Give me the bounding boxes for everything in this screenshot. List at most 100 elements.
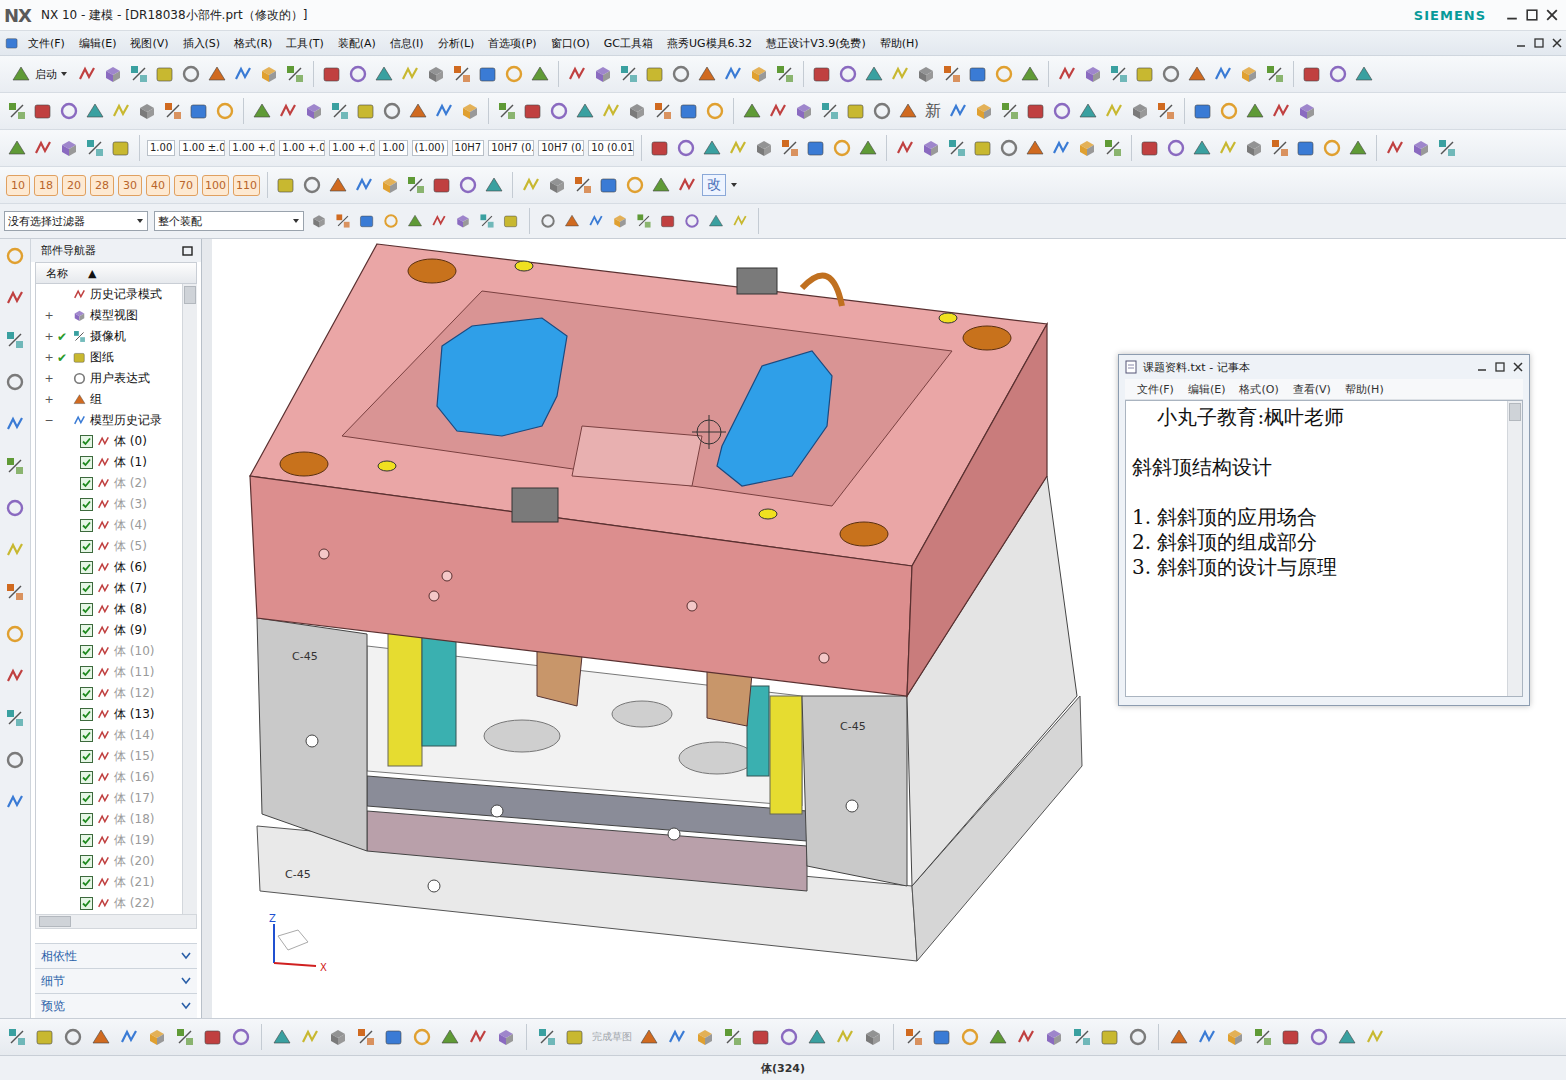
- menu-item[interactable]: 首选项(P): [482, 34, 542, 53]
- tool-icon[interactable]: [96, 434, 111, 449]
- tool-icon[interactable]: [32, 137, 54, 159]
- tool-icon[interactable]: [4, 35, 20, 51]
- tool-icon[interactable]: [110, 100, 132, 122]
- tool-icon[interactable]: [251, 100, 273, 122]
- tool-icon[interactable]: [467, 1026, 489, 1048]
- tool-icon[interactable]: [96, 812, 111, 827]
- tool-icon[interactable]: [72, 350, 87, 365]
- tool-icon[interactable]: [96, 497, 111, 512]
- menu-item[interactable]: 分析(L): [432, 34, 481, 53]
- tool-icon[interactable]: [72, 308, 87, 323]
- tool-icon[interactable]: [704, 100, 726, 122]
- menu-item[interactable]: 帮助(H): [1345, 382, 1384, 397]
- tool-icon[interactable]: [162, 100, 184, 122]
- menu-item[interactable]: 查看(V): [1293, 382, 1331, 397]
- dimension-button[interactable]: 10H7 (0.015): [538, 140, 584, 156]
- tool-icon[interactable]: [4, 245, 26, 267]
- dimension-button[interactable]: 1.00 +.05 -.00: [279, 140, 325, 156]
- tool-icon[interactable]: [652, 100, 674, 122]
- body-row[interactable]: 体 (11): [36, 662, 182, 683]
- tool-icon[interactable]: [967, 63, 989, 85]
- tool-icon[interactable]: [154, 63, 176, 85]
- tool-icon[interactable]: [96, 518, 111, 533]
- tool-icon[interactable]: [1168, 1026, 1190, 1048]
- close-icon[interactable]: [1552, 38, 1562, 48]
- tool-icon[interactable]: [202, 1026, 224, 1048]
- body-checkbox[interactable]: [80, 897, 93, 910]
- dimension-button[interactable]: 1.00 +.05 -.02: [229, 140, 275, 156]
- tool-icon[interactable]: [32, 100, 54, 122]
- body-checkbox[interactable]: [80, 477, 93, 490]
- tool-icon[interactable]: [600, 100, 622, 122]
- tool-icon[interactable]: [683, 212, 701, 230]
- tree-node[interactable]: 历史记录模式: [36, 284, 182, 305]
- tool-icon[interactable]: [753, 137, 775, 159]
- menu-item[interactable]: 文件(F): [1137, 382, 1174, 397]
- tool-icon[interactable]: [303, 100, 325, 122]
- tool-icon[interactable]: [334, 212, 352, 230]
- tool-icon[interactable]: [845, 100, 867, 122]
- tool-icon[interactable]: [548, 100, 570, 122]
- tool-icon[interactable]: [382, 212, 400, 230]
- tool-icon[interactable]: [834, 1026, 856, 1048]
- tool-icon[interactable]: [10, 63, 32, 85]
- body-row[interactable]: 体 (10): [36, 641, 182, 662]
- tool-icon[interactable]: [520, 174, 542, 196]
- body-row[interactable]: 体 (20): [36, 851, 182, 872]
- size-button[interactable]: 28: [90, 175, 114, 196]
- tool-icon[interactable]: [411, 1026, 433, 1048]
- tool-icon[interactable]: [136, 100, 158, 122]
- tool-icon[interactable]: [4, 791, 26, 813]
- tool-icon[interactable]: [96, 791, 111, 806]
- tool-icon[interactable]: [1336, 1026, 1358, 1048]
- tool-icon[interactable]: [1270, 100, 1292, 122]
- body-checkbox[interactable]: [80, 645, 93, 658]
- tool-icon[interactable]: [863, 63, 885, 85]
- tool-icon[interactable]: [779, 137, 801, 159]
- tool-icon[interactable]: [572, 174, 594, 196]
- h-scrollbar[interactable]: [35, 914, 197, 929]
- tool-icon[interactable]: [483, 174, 505, 196]
- body-checkbox[interactable]: [80, 729, 93, 742]
- size-button[interactable]: 40: [146, 175, 170, 196]
- dimension-button[interactable]: 1.00 ±.05: [179, 140, 225, 156]
- tool-icon[interactable]: [676, 174, 698, 196]
- tool-icon[interactable]: [206, 63, 228, 85]
- tool-icon[interactable]: [4, 455, 26, 477]
- body-checkbox[interactable]: [80, 834, 93, 847]
- menu-item[interactable]: 文件(F): [22, 34, 71, 53]
- splitter[interactable]: [202, 239, 212, 1018]
- scrollbar[interactable]: [182, 284, 197, 914]
- tree-node[interactable]: −模型历史记录: [36, 410, 182, 431]
- tool-icon[interactable]: [1308, 1026, 1330, 1048]
- tool-icon[interactable]: [301, 174, 323, 196]
- tool-icon[interactable]: [174, 1026, 196, 1048]
- tool-icon[interactable]: [96, 560, 111, 575]
- tool-icon[interactable]: [4, 371, 26, 393]
- column-header[interactable]: 名称▲: [35, 262, 197, 284]
- body-checkbox[interactable]: [80, 519, 93, 532]
- tool-icon[interactable]: [4, 287, 26, 309]
- tool-icon[interactable]: [96, 665, 111, 680]
- body-row[interactable]: 体 (5): [36, 536, 182, 557]
- finish-sketch-button[interactable]: 完成草图: [592, 1030, 632, 1044]
- scrollbar[interactable]: [1507, 401, 1522, 696]
- body-checkbox[interactable]: [80, 855, 93, 868]
- body-row[interactable]: 体 (22): [36, 893, 182, 914]
- tool-icon[interactable]: [96, 686, 111, 701]
- tool-icon[interactable]: [430, 212, 448, 230]
- body-row[interactable]: 体 (9): [36, 620, 182, 641]
- menu-item[interactable]: 慧正设计V3.9(免费): [760, 34, 872, 53]
- tool-icon[interactable]: [638, 1026, 660, 1048]
- menu-item[interactable]: 视图(V): [124, 34, 174, 53]
- menu-item[interactable]: 格式(R): [228, 34, 278, 53]
- tool-icon[interactable]: [973, 100, 995, 122]
- tool-icon[interactable]: [180, 63, 202, 85]
- tool-icon[interactable]: [574, 100, 596, 122]
- tool-icon[interactable]: [4, 665, 26, 687]
- body-row[interactable]: 体 (1): [36, 452, 182, 473]
- body-checkbox[interactable]: [80, 540, 93, 553]
- body-row[interactable]: 体 (7): [36, 578, 182, 599]
- tool-icon[interactable]: [1191, 137, 1213, 159]
- tool-icon[interactable]: [857, 137, 879, 159]
